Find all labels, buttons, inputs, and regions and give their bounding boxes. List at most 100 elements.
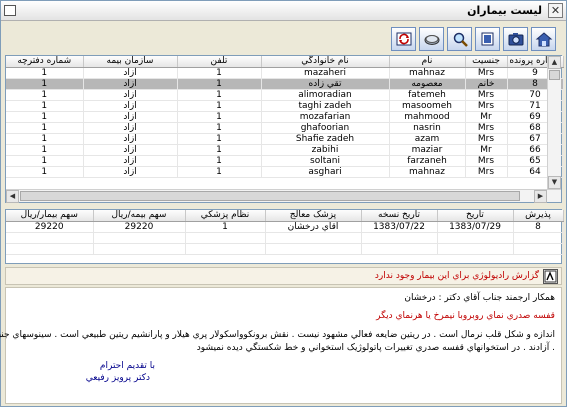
table-cell: Mrs [465,166,508,178]
refresh-button[interactable] [391,27,416,51]
scroll-up-arrow-icon[interactable]: ▲ [548,56,561,69]
scroll-left-arrow-icon[interactable]: ◀ [6,190,19,203]
report-status-bar: گزارش راديولوژي براي اين بيمار وجود ندار… [5,267,562,285]
col-medical-code[interactable]: نظام پزشکي [185,210,266,222]
patients-vertical-scrollbar[interactable]: ▲ ▼ [547,56,561,189]
col-admission[interactable]: پذيرش [513,210,564,222]
patients-table: شماره پرونده جنسيت نام نام خانوادگي تلفن… [6,56,564,178]
empty-cell [437,232,514,244]
table-cell: Mr [465,111,508,123]
window-title: ليست بيماران [467,4,542,17]
table-cell: 8 [513,221,564,233]
table-row[interactable]: 8 1383/07/29 1383/07/22 آقاي درخشان 1 29220 29… [6,221,564,233]
table-cell: Mrs [465,155,508,167]
table-cell: 1 [177,122,262,134]
empty-cell [361,243,438,255]
title-bar[interactable]: ليست بيماران ✕ [1,1,566,21]
col-insurance[interactable]: سازمان بيمه [83,56,178,68]
col-date[interactable]: تاريخ [437,210,514,222]
table-cell: Mrs [465,122,508,134]
col-phone[interactable]: تلفن [177,56,262,68]
scroll-thumb[interactable] [549,70,560,80]
empty-cell [185,243,266,255]
table-cell: 1 [177,111,262,123]
close-button[interactable]: ✕ [548,3,563,18]
table-row[interactable]: 8 خانم معصومه تقي زاده 1 آزاد 1 [6,78,564,90]
visits-table: پذيرش تاريخ تاريخ نسخه پزشک معالج نظام پ… [6,210,564,255]
table-cell: zabihi [261,144,390,156]
col-gender[interactable]: جنسيت [465,56,508,68]
home-button[interactable] [531,27,556,51]
visits-grid: پذيرش تاريخ تاريخ نسخه پزشک معالج نظام پ… [5,209,564,264]
table-row[interactable]: 66 Mr maziar zabihi 1 آزاد 1 [6,144,564,156]
table-cell: آزاد [83,111,178,123]
col-physician[interactable]: پزشک معالج [265,210,362,222]
toolbar [391,27,556,53]
table-cell: Shafie zadeh [261,133,390,145]
disk-icon [424,35,439,45]
report-letter[interactable]: همکار ارجمند جناب آقاي دکتر : درخشان قفس… [0,287,562,404]
table-cell: 1 [6,155,84,167]
table-cell: ghafoorian [261,122,390,134]
table-cell: mahmood [389,111,466,123]
scroll-right-arrow-icon[interactable]: ▶ [534,190,547,203]
col-last-name[interactable]: نام خانوادگي [261,56,390,68]
table-row[interactable]: 68 Mrs nasrin ghafoorian 1 آزاد 1 [6,122,564,134]
table-cell: Mrs [465,133,508,145]
empty-row [6,232,564,244]
table-cell: 1 [177,144,262,156]
table-cell: آزاد [83,133,178,145]
table-cell: 1 [6,100,84,112]
report-message: گزارش راديولوژي براي اين بيمار وجود ندار… [374,271,539,281]
empty-cell [93,243,186,255]
empty-cell [361,232,438,244]
table-row[interactable]: 69 Mr mahmood mozafarian 1 آزاد 1 [6,111,564,123]
report-icon[interactable] [543,269,558,284]
table-cell: mozafarian [261,111,390,123]
patients-horizontal-scrollbar[interactable]: ◀ ▶ [6,189,561,203]
table-cell: 1 [185,221,266,233]
app-icon [4,5,16,16]
table-cell: 1 [6,111,84,123]
table-cell: 1 [177,166,262,178]
table-cell: 1 [6,144,84,156]
empty-cell [513,243,564,255]
empty-cell [265,243,362,255]
col-prescription-date[interactable]: تاريخ نسخه [361,210,438,222]
table-cell: 1 [177,100,262,112]
table-cell: آقاي درخشان [265,221,362,233]
house-icon [535,32,552,47]
col-first-name[interactable]: نام [389,56,466,68]
table-row[interactable]: 64 Mrs mahnaz asghari 1 آزاد 1 [6,166,564,178]
col-insurance-share[interactable]: سهم بيمه/ريال [93,210,186,222]
visits-header-row: پذيرش تاريخ تاريخ نسخه پزشک معالج نظام پ… [6,210,564,222]
table-cell: 1383/07/22 [361,221,438,233]
hscroll-thumb[interactable] [20,191,520,201]
table-cell: آزاد [83,122,178,134]
scroll-down-arrow-icon[interactable]: ▼ [548,176,561,189]
table-cell: 1 [6,166,84,178]
table-cell: 1383/07/29 [437,221,514,233]
table-row[interactable]: 67 Mrs azam Shafie zadeh 1 آزاد 1 [6,133,564,145]
table-cell: 1 [6,89,84,101]
slides-icon [481,32,493,46]
refresh-icon [396,32,411,46]
table-row[interactable]: 65 Mrs farzaneh soltani 1 آزاد 1 [6,155,564,167]
table-cell: nasrin [389,122,466,134]
letter-body-line-1: اندازه و شکل قلب نرمال است . در ريتين ضا… [0,330,555,340]
disk-button[interactable] [419,27,444,51]
col-booklet-number[interactable]: شماره دفترچه [6,56,84,68]
table-row[interactable]: 9 Mrs mahnaz mazaheri 1 آزاد 1 [6,67,564,79]
col-patient-share[interactable]: سهم بيمار/ريال [6,210,94,222]
table-cell: azam [389,133,466,145]
slides-button[interactable] [475,27,500,51]
patients-grid: شماره پرونده جنسيت نام نام خانوادگي تلفن… [5,55,564,203]
letter-body-line-2: . آزادند . در استخوانهاي قفسه صدري تغيير… [196,343,555,353]
camera-button[interactable] [503,27,528,51]
empty-cell [185,232,266,244]
table-cell: farzaneh [389,155,466,167]
table-row[interactable]: 70 Mrs fatemeh alimoradian 1 آزاد 1 [6,89,564,101]
table-row[interactable]: 71 Mrs masoomeh taghi zadeh 1 آزاد 1 [6,100,564,112]
table-cell: mazaheri [261,67,390,79]
search-button[interactable] [447,27,472,51]
